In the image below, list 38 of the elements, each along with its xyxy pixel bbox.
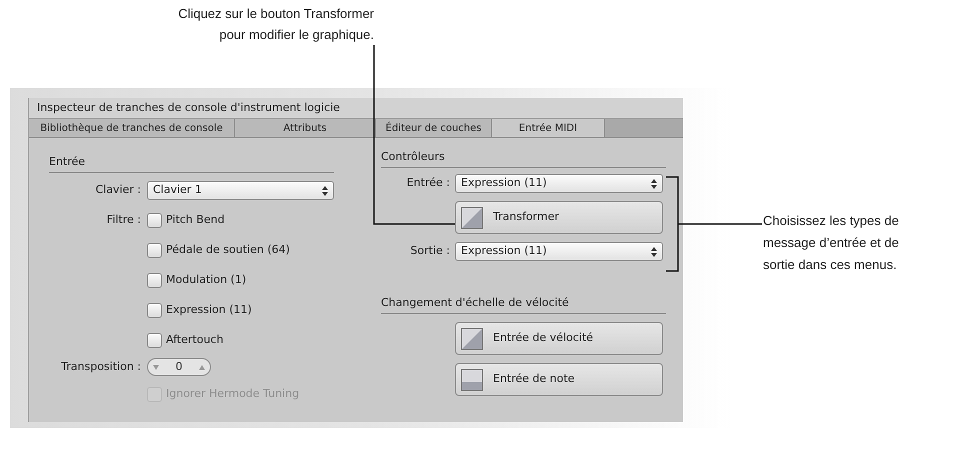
- checkbox-label: Pédale de soutien (64): [166, 242, 290, 258]
- up-arrow-icon: [199, 364, 205, 370]
- checkbox[interactable]: [147, 242, 162, 258]
- down-arrow-icon: [153, 364, 159, 370]
- tab[interactable]: Bibliothèque de tranches de console: [29, 119, 235, 137]
- dropdown[interactable]: Expression (11): [455, 242, 663, 261]
- updown-arrows-icon: [651, 246, 657, 256]
- tab[interactable]: Éditeur de couches: [376, 119, 492, 137]
- field-label: Filtre :: [106, 212, 141, 228]
- field-label: Transposition :: [60, 358, 141, 375]
- checkbox[interactable]: [147, 272, 162, 288]
- checkbox-label: Aftertouch: [166, 332, 224, 348]
- updown-arrows-icon: [651, 178, 657, 188]
- checkbox-label: Expression (11): [166, 302, 252, 318]
- checkbox-label: Pitch Bend: [166, 212, 225, 228]
- stepper-field[interactable]: 0: [147, 358, 211, 376]
- graph-button[interactable]: Entrée de note: [455, 363, 663, 396]
- section-heading: Changement d'échelle de vélocité: [381, 296, 569, 309]
- field-label: Clavier :: [94, 182, 141, 198]
- checkbox[interactable]: [147, 212, 162, 228]
- graph-button[interactable]: Entrée de vélocité: [455, 322, 663, 355]
- field-label: Sortie :: [410, 243, 450, 260]
- callout-text: Cliquez sur le bouton Transformer pour modifier le graphique.: [178, 5, 374, 44]
- window-title: Inspecteur de tranches de console d'instrument logicie: [29, 98, 683, 119]
- updown-arrows-icon: [322, 186, 328, 196]
- field-label: Entrée :: [406, 175, 450, 192]
- section-heading: Contrôleurs: [381, 150, 445, 163]
- tab[interactable]: Entrée MIDI: [492, 119, 605, 137]
- callout-text: Choisissez les types de message d’entrée et de sortie dans ces menus.: [763, 212, 899, 274]
- dropdown[interactable]: Expression (11): [455, 174, 663, 193]
- checkbox[interactable]: [147, 332, 162, 348]
- section-heading: Entrée: [49, 155, 86, 168]
- graph-button[interactable]: Transformer: [455, 201, 663, 234]
- dropdown[interactable]: Clavier 1: [147, 181, 334, 200]
- checkbox-label: Ignorer Hermode Tuning: [166, 386, 300, 402]
- checkbox[interactable]: [147, 302, 162, 318]
- tab[interactable]: Attributs: [235, 119, 376, 137]
- checkbox-label: Modulation (1): [166, 272, 246, 288]
